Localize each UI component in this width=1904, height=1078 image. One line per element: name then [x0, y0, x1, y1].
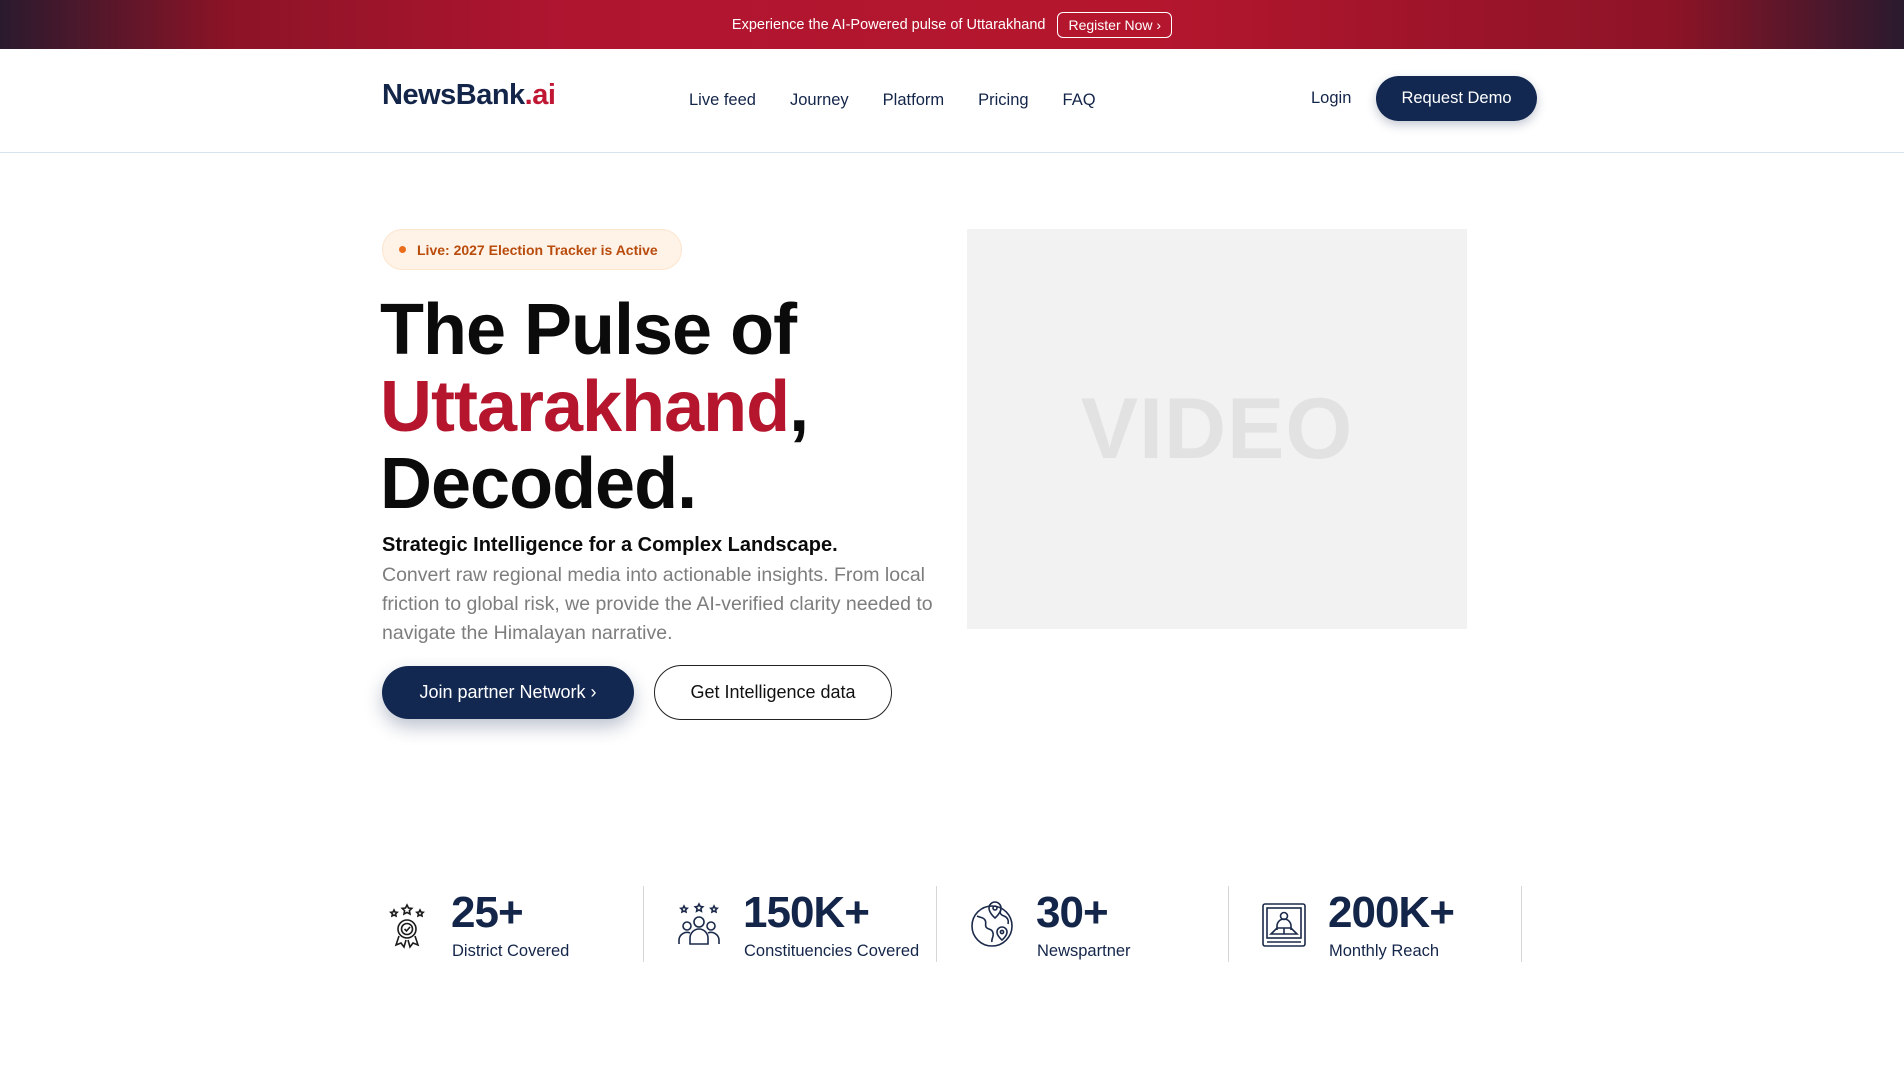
stat-label: Newspartner [1037, 942, 1131, 960]
logo-suffix-text: .ai [524, 79, 556, 111]
request-demo-button[interactable]: Request Demo [1376, 76, 1537, 121]
nav-item-faq[interactable]: FAQ [1063, 91, 1096, 110]
stat-districts: 25+ District Covered [382, 884, 632, 962]
globe-location-icon [971, 901, 1013, 947]
stat-value: 150K+ [743, 888, 870, 937]
login-link[interactable]: Login [1311, 89, 1351, 108]
hero-title-comma: , [789, 367, 809, 447]
stat-divider [936, 886, 937, 962]
hero-title-line3: Decoded. [380, 444, 697, 524]
register-now-button[interactable]: Register Now › [1057, 11, 1173, 38]
logo-main-text: NewsBank [382, 79, 525, 111]
video-placeholder-text: VIDEO [1080, 380, 1354, 477]
announcement-text: Experience the AI-Powered pulse of Uttar… [731, 16, 1046, 33]
badge-text: Live: 2027 Election Tracker is Active [417, 241, 658, 258]
stat-label: District Covered [452, 942, 570, 960]
nav-item-live-feed[interactable]: Live feed [689, 91, 756, 110]
nav-item-platform[interactable]: Platform [883, 91, 944, 110]
newsbank-logo[interactable]: NewsBank.ai [382, 79, 556, 112]
nav-item-journey[interactable]: Journey [790, 91, 849, 110]
live-election-badge: Live: 2027 Election Tracker is Active [382, 229, 682, 270]
stat-constituencies: 150K+ Constituencies Covered [674, 884, 934, 962]
hero-title: The Pulse of Uttarakhand, Decoded. [380, 290, 809, 524]
nav-menu: Live feed Journey Platform Pricing FAQ [689, 91, 1096, 110]
stat-value: 200K+ [1328, 888, 1455, 937]
hero-subtitle: Strategic Intelligence for a Complex Lan… [382, 534, 838, 556]
stat-divider [1228, 886, 1229, 962]
announcement-bar: Experience the AI-Powered pulse of Uttar… [0, 0, 1904, 49]
main-navigation: NewsBank.ai Live feed Journey Platform P… [0, 49, 1904, 153]
stat-label: Constituencies Covered [744, 942, 920, 960]
people-group-icon [678, 902, 720, 945]
hero-description: Convert raw regional media into actionab… [382, 564, 933, 644]
stat-value: 30+ [1036, 888, 1109, 937]
get-intelligence-data-button[interactable]: Get Intelligence data [654, 665, 892, 720]
hero-title-line1: The Pulse of [380, 290, 797, 370]
reader-screen-icon [1262, 903, 1306, 947]
stat-monthly-reach: 200K+ Monthly Reach [1259, 884, 1519, 962]
stat-newspartner: 30+ Newspartner [967, 884, 1217, 962]
stat-divider [1521, 886, 1522, 962]
award-medal-icon [389, 903, 425, 949]
live-dot-icon [399, 246, 406, 253]
stat-value: 25+ [451, 888, 524, 937]
video-placeholder[interactable]: VIDEO [967, 229, 1467, 629]
hero-title-highlight: Uttarakhand [380, 367, 790, 447]
join-partner-network-button[interactable]: Join partner Network › [382, 666, 634, 719]
stat-label: Monthly Reach [1329, 942, 1440, 960]
nav-item-pricing[interactable]: Pricing [978, 91, 1028, 110]
stat-divider [643, 886, 644, 962]
